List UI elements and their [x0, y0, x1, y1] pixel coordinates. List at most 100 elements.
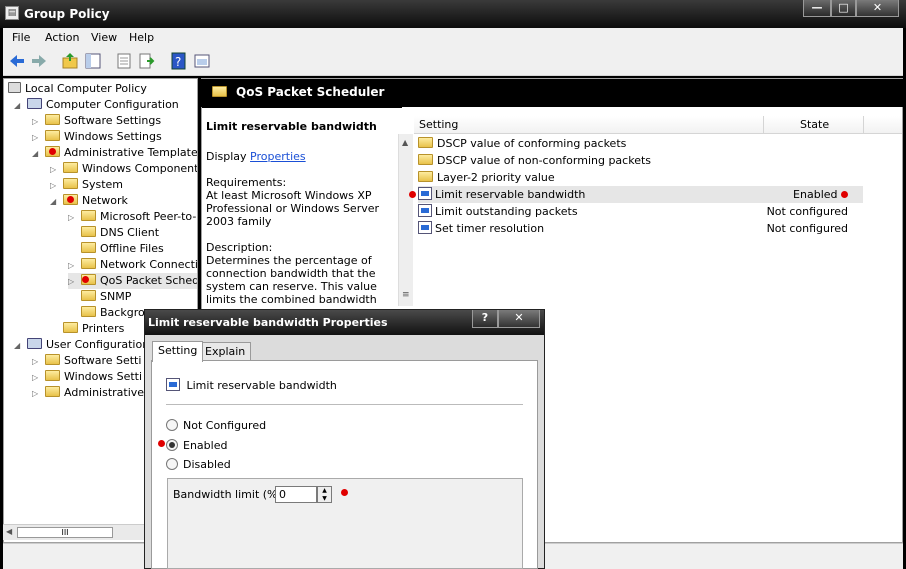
- description-vertical-scrollbar[interactable]: ▲ ≡: [398, 134, 413, 306]
- list-item[interactable]: Limit outstanding packets Not configured: [418, 203, 863, 220]
- menu-action[interactable]: Action: [45, 31, 79, 44]
- setting-name: DSCP value of conforming packets: [437, 137, 627, 150]
- description-label: Description:: [206, 241, 273, 254]
- radio-disabled[interactable]: Disabled: [166, 458, 231, 471]
- app-title: Group Policy: [24, 7, 110, 21]
- computer-icon: [27, 98, 42, 109]
- radio-enabled[interactable]: Enabled: [166, 439, 227, 452]
- expand-icon[interactable]: ▷: [32, 114, 41, 130]
- radio-not-configured[interactable]: Not Configured: [166, 419, 266, 432]
- setting-name: DSCP value of non-conforming packets: [437, 154, 652, 167]
- back-arrow-icon[interactable]: [8, 52, 26, 70]
- properties-link[interactable]: Properties: [250, 150, 306, 163]
- scroll-up-icon[interactable]: ▲: [402, 138, 408, 147]
- svg-text:?: ?: [175, 55, 181, 69]
- list-item[interactable]: Set timer resolution Not configured: [418, 220, 863, 237]
- folder-icon: [45, 130, 60, 141]
- up-folder-icon[interactable]: [61, 52, 79, 70]
- menu-file[interactable]: File: [12, 31, 30, 44]
- expand-icon[interactable]: ▷: [68, 210, 77, 226]
- radio-selected-icon[interactable]: [166, 439, 178, 451]
- tree-node-cc-windows[interactable]: ▷ Windows Settings: [32, 129, 162, 145]
- tree-label: Offline Files: [100, 242, 164, 255]
- tree-label: Administrative Templates: [64, 146, 198, 159]
- tab-explain[interactable]: Explain: [199, 342, 252, 361]
- expand-icon[interactable]: ▷: [68, 274, 77, 290]
- radio-circle-icon[interactable]: [166, 419, 178, 431]
- scroll-thumb[interactable]: III: [17, 527, 113, 538]
- separator: [166, 404, 523, 405]
- bandwidth-spinner[interactable]: ▲ ▼: [317, 486, 332, 503]
- tree-node-offline-files[interactable]: Offline Files: [81, 241, 164, 257]
- radio-label: Disabled: [183, 458, 231, 471]
- extended-view-icon[interactable]: [193, 52, 211, 70]
- tree-node-network-connections[interactable]: ▷ Network Connectio: [68, 257, 197, 274]
- radio-circle-icon[interactable]: [166, 458, 178, 470]
- dialog-help-button[interactable]: ?: [472, 310, 498, 328]
- tree-label: SNMP: [100, 290, 132, 303]
- tree-node-dns-client[interactable]: DNS Client: [81, 225, 159, 241]
- spin-down-icon[interactable]: ▼: [318, 495, 331, 503]
- expand-icon[interactable]: ▷: [68, 258, 77, 274]
- requirements-label: Requirements:: [206, 176, 287, 189]
- tree-node-cc-software[interactable]: ▷ Software Settings: [32, 113, 161, 129]
- export-list-icon[interactable]: [138, 52, 156, 70]
- bandwidth-limit-input[interactable]: 0: [275, 486, 317, 503]
- tree-label: Software Setti: [64, 354, 142, 367]
- column-setting[interactable]: Setting: [419, 118, 458, 131]
- column-state[interactable]: State: [800, 118, 829, 131]
- maximize-button[interactable]: □: [831, 0, 856, 17]
- expand-icon[interactable]: ▷: [32, 386, 41, 402]
- tree-node-user-configuration[interactable]: ◢ User Configuration: [14, 337, 149, 353]
- show-hide-tree-icon[interactable]: [84, 52, 102, 70]
- tree-label: Backgro: [100, 306, 145, 319]
- tree-node-system[interactable]: ▷ System: [50, 177, 123, 193]
- setting-name: Limit reservable bandwidth: [435, 188, 586, 201]
- menu-help[interactable]: Help: [129, 31, 154, 44]
- tree-label: Printers: [82, 322, 125, 335]
- tree-node-cc-admin[interactable]: ◢ Administrative Templates: [32, 145, 198, 162]
- collapse-icon[interactable]: ◢: [32, 146, 41, 162]
- expand-icon[interactable]: ▷: [50, 162, 59, 178]
- scroll-left-icon[interactable]: ◀: [6, 527, 12, 536]
- column-divider[interactable]: [763, 116, 764, 134]
- ext-title: Limit reservable bandwidth: [206, 120, 377, 133]
- expand-icon[interactable]: ▷: [32, 130, 41, 146]
- collapse-icon[interactable]: ◢: [14, 338, 23, 354]
- expand-icon[interactable]: ▷: [50, 178, 59, 194]
- list-item[interactable]: DSCP value of non-conforming packets: [418, 152, 863, 169]
- tree-node-background[interactable]: Backgro: [81, 305, 145, 321]
- list-item[interactable]: DSCP value of conforming packets: [418, 135, 863, 152]
- minimize-button[interactable]: —: [803, 0, 831, 17]
- tree-label: System: [82, 178, 124, 191]
- tree-node-qos-packet-scheduler[interactable]: ▷ QoS Packet Schedu: [68, 273, 197, 290]
- expand-icon[interactable]: ▷: [32, 354, 41, 370]
- properties-icon[interactable]: [115, 52, 133, 70]
- tree-node-windows-components[interactable]: ▷ Windows Components: [50, 161, 197, 178]
- expand-icon[interactable]: ▷: [32, 370, 41, 386]
- policy-name-label: Limit reservable bandwidth: [186, 379, 337, 392]
- scroll-grip-icon[interactable]: ≡: [402, 290, 410, 300]
- spin-up-icon[interactable]: ▲: [318, 487, 331, 495]
- collapse-icon[interactable]: ◢: [14, 98, 23, 114]
- help-icon[interactable]: ?: [170, 52, 188, 70]
- tree-node-root[interactable]: Local Computer Policy: [8, 81, 147, 97]
- close-button[interactable]: ✕: [856, 0, 899, 17]
- tree-node-uc-windows[interactable]: ▷ Windows Setti: [32, 369, 142, 385]
- menu-view[interactable]: View: [91, 31, 117, 44]
- setting-name: Limit outstanding packets: [435, 205, 578, 218]
- dialog-close-button[interactable]: ✕: [498, 310, 540, 328]
- tree-node-peer-to-peer[interactable]: ▷ Microsoft Peer-to-P: [68, 209, 197, 226]
- list-item[interactable]: Layer-2 priority value: [418, 169, 863, 186]
- column-divider[interactable]: [863, 116, 864, 134]
- tree-node-printers[interactable]: Printers: [63, 321, 124, 337]
- list-item-selected[interactable]: Limit reservable bandwidth Enabled: [418, 186, 863, 203]
- tab-setting[interactable]: Setting: [152, 341, 204, 362]
- forward-arrow-icon[interactable]: [30, 52, 48, 70]
- tree-node-uc-software[interactable]: ▷ Software Setti: [32, 353, 141, 369]
- tree-node-network[interactable]: ◢ Network: [50, 193, 128, 209]
- folder-icon: [81, 290, 96, 301]
- tree-node-computer-configuration[interactable]: ◢ Computer Configuration: [14, 97, 179, 113]
- collapse-icon[interactable]: ◢: [50, 194, 59, 210]
- tree-node-snmp[interactable]: SNMP: [81, 289, 131, 305]
